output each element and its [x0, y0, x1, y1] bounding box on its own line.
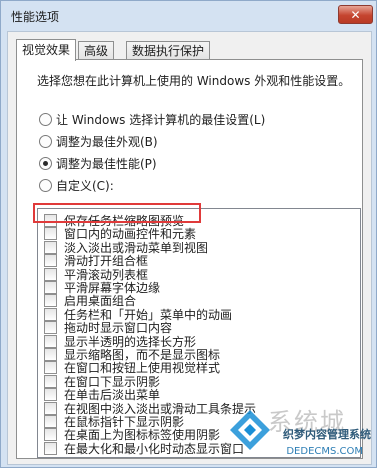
radio-let-windows-choose[interactable]: 让 Windows 选择计算机的最佳设置(L)	[39, 111, 265, 128]
checkbox[interactable]	[44, 428, 57, 442]
checkbox[interactable]	[44, 240, 57, 254]
tab-data-execution-prevention[interactable]: 数据执行保护	[126, 41, 211, 60]
checkbox[interactable]	[44, 401, 57, 415]
checkbox[interactable]	[44, 254, 57, 268]
checkbox[interactable]	[44, 348, 57, 361]
checkbox[interactable]	[44, 321, 57, 335]
radio-label: 调整为最佳外观(B)	[56, 135, 158, 149]
window-title: 性能选项	[11, 10, 60, 24]
checkbox[interactable]	[44, 388, 57, 402]
checkbox[interactable]	[44, 294, 57, 308]
watermark-url: DEDECMS.COM	[286, 446, 363, 457]
checkbox[interactable]	[44, 415, 57, 428]
visual-effects-panel: 选择您想在此计算机上使用的 Windows 外观和性能设置。 让 Windows…	[16, 59, 363, 459]
checkbox[interactable]	[44, 441, 57, 455]
panel-description: 选择您想在此计算机上使用的 Windows 外观和性能设置。	[37, 74, 351, 88]
radio-label: 调整为最佳性能(P)	[56, 157, 157, 171]
checkbox[interactable]	[44, 334, 57, 348]
checkbox[interactable]	[44, 361, 57, 375]
radio-button-selected[interactable]	[39, 157, 52, 170]
watermark-logo-icon	[230, 410, 270, 450]
radio-best-appearance[interactable]: 调整为最佳外观(B)	[39, 133, 158, 150]
dialog-client-area: 视觉效果 高级 数据执行保护 选择您想在此计算机上使用的 Windows 外观和…	[7, 31, 372, 465]
checkbox[interactable]	[44, 214, 57, 227]
checkbox[interactable]	[44, 281, 57, 294]
radio-custom[interactable]: 自定义(C):	[39, 177, 114, 194]
performance-options-window: 性能选项 ✕ 视觉效果 高级 数据执行保护 选择您想在此计算机上使用的 Wind…	[0, 0, 377, 468]
checkbox[interactable]	[44, 374, 57, 388]
radio-label: 自定义(C):	[56, 179, 114, 193]
tab-advanced[interactable]: 高级	[78, 41, 115, 60]
close-icon: ✕	[350, 7, 361, 22]
list-item[interactable]: 在最大化和最小化时动态显示窗口	[44, 441, 244, 456]
checkbox[interactable]	[44, 267, 57, 281]
radio-button[interactable]	[39, 113, 52, 126]
radio-button[interactable]	[39, 135, 52, 148]
close-button[interactable]: ✕	[338, 5, 373, 24]
tab-visual-effects[interactable]: 视觉效果	[16, 39, 77, 61]
radio-label: 让 Windows 选择计算机的最佳设置(L)	[56, 113, 266, 127]
radio-button[interactable]	[39, 179, 52, 192]
list-item-label: 在最大化和最小化时动态显示窗口	[64, 441, 245, 456]
checkbox[interactable]	[44, 227, 57, 241]
checkbox[interactable]	[44, 307, 57, 321]
radio-best-performance[interactable]: 调整为最佳性能(P)	[39, 155, 157, 172]
title-bar[interactable]: 性能选项 ✕	[1, 1, 376, 31]
watermark-text: 织梦内容管理系统	[283, 428, 371, 441]
